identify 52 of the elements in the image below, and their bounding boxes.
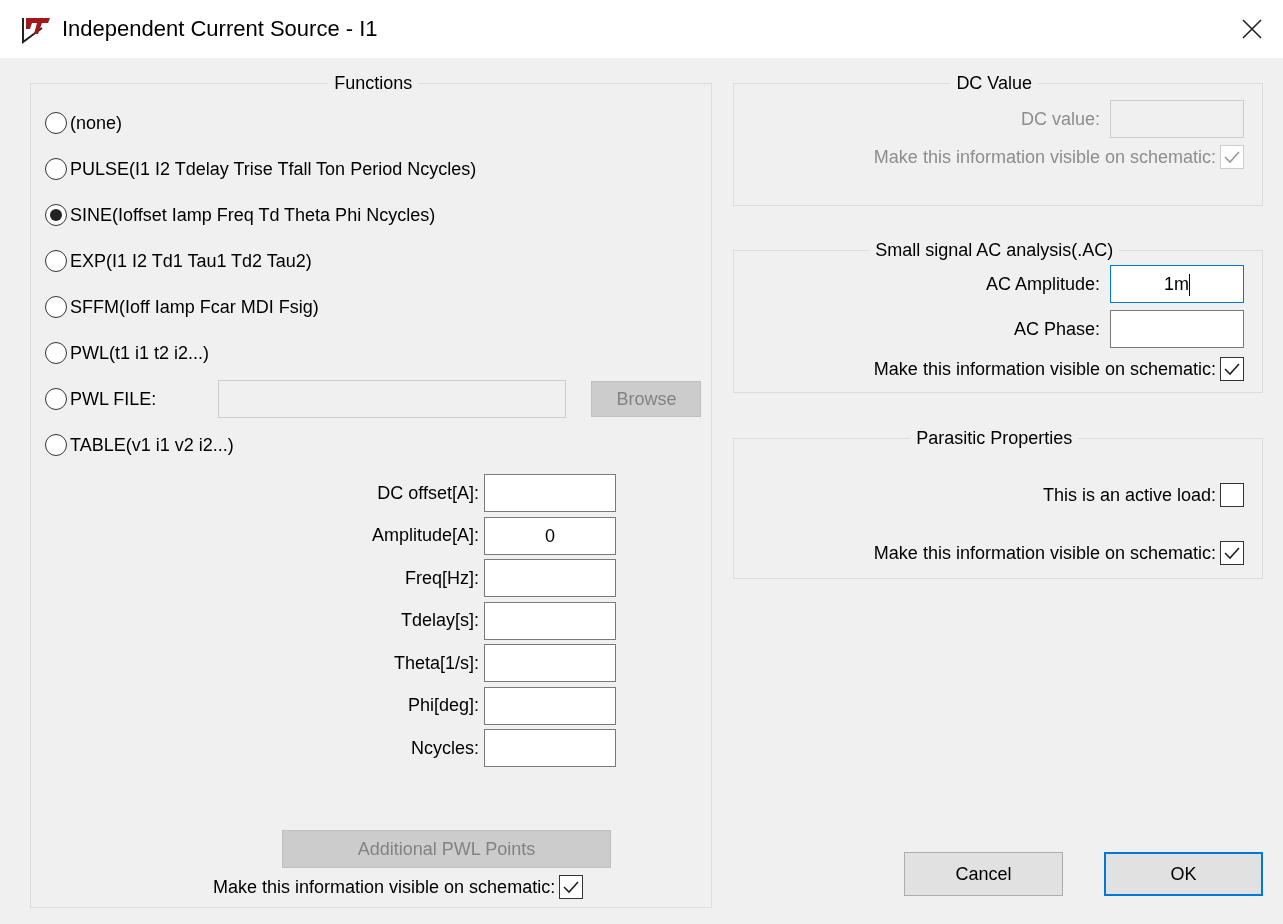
checkbox-label: Make this information visible on schematic: xyxy=(873,358,1216,380)
field-label: AC Phase: xyxy=(1013,318,1100,340)
checkbox[interactable] xyxy=(1220,541,1244,565)
input-field[interactable] xyxy=(484,559,616,597)
radio-label[interactable]: PULSE(I1 I2 Tdelay Trise Tfall Ton Period Ncycles) xyxy=(70,158,477,180)
radio-label[interactable]: (none) xyxy=(70,112,123,134)
input-field[interactable] xyxy=(484,729,616,767)
radio-button[interactable] xyxy=(45,296,67,318)
group-title: DC Value xyxy=(955,73,1034,94)
radio-button[interactable] xyxy=(45,342,67,364)
group-title: Small signal AC analysis(.AC) xyxy=(874,240,1115,261)
radio-label[interactable]: PWL(t1 i1 t2 i2...) xyxy=(70,342,210,364)
radio-label[interactable]: SFFM(Ioff Iamp Fcar MDI Fsig) xyxy=(70,296,319,318)
field-label: Phi[deg]: xyxy=(406,695,479,716)
checkbox[interactable] xyxy=(559,875,584,899)
checkbox-label: This is an active load: xyxy=(1042,484,1216,506)
field-label: AC Amplitude: xyxy=(985,273,1100,295)
input-field[interactable] xyxy=(484,686,616,725)
cancel-button[interactable]: Cancel xyxy=(904,852,1063,896)
group-title: Functions xyxy=(333,73,414,94)
radio-button[interactable] xyxy=(45,434,67,456)
input-field[interactable] xyxy=(1110,310,1244,348)
group-title: Parasitic Properties xyxy=(915,428,1074,449)
field-label: Ncycles: xyxy=(410,737,479,759)
radio-button[interactable] xyxy=(45,158,67,180)
radio-button[interactable] xyxy=(45,112,67,134)
checkbox[interactable] xyxy=(1220,357,1244,381)
field-label: DC offset[A]: xyxy=(376,482,479,504)
radio-button[interactable] xyxy=(45,250,67,272)
radio-button[interactable] xyxy=(45,204,67,226)
window-title: Independent Current Source - I1 xyxy=(62,16,379,42)
field-label: DC value: xyxy=(1020,108,1100,130)
radio-label[interactable]: SINE(Ioffset Iamp Freq Td Theta Phi Ncycles) xyxy=(70,204,436,226)
ok-button[interactable]: OK xyxy=(1104,852,1263,896)
radio-button[interactable] xyxy=(45,388,67,410)
checkbox-label: Make this information visible on schematic: xyxy=(873,146,1216,168)
input-field[interactable] xyxy=(484,474,616,512)
radio-label[interactable]: TABLE(v1 i1 v2 i2...) xyxy=(70,434,234,456)
field-label: Tdelay[s]: xyxy=(399,610,479,631)
input-field[interactable] xyxy=(484,601,616,640)
checkbox[interactable] xyxy=(1220,483,1244,507)
input-field[interactable]: 1m xyxy=(1110,265,1244,303)
field-label: Freq[Hz]: xyxy=(404,567,479,589)
field-label: Theta[1/s]: xyxy=(392,652,479,674)
close-icon[interactable] xyxy=(1241,18,1263,40)
field-label: Amplitude[A]: xyxy=(370,525,479,546)
radio-label[interactable]: PWL FILE: xyxy=(70,388,157,410)
radio-label[interactable]: EXP(I1 I2 Td1 Tau1 Td2 Tau2) xyxy=(70,250,312,272)
checkbox-label: Make this information visible on schematic: xyxy=(213,876,556,898)
checkbox-label: Make this information visible on schematic: xyxy=(873,542,1216,564)
input-field[interactable] xyxy=(484,644,616,682)
input-field[interactable]: 0 xyxy=(484,516,616,555)
